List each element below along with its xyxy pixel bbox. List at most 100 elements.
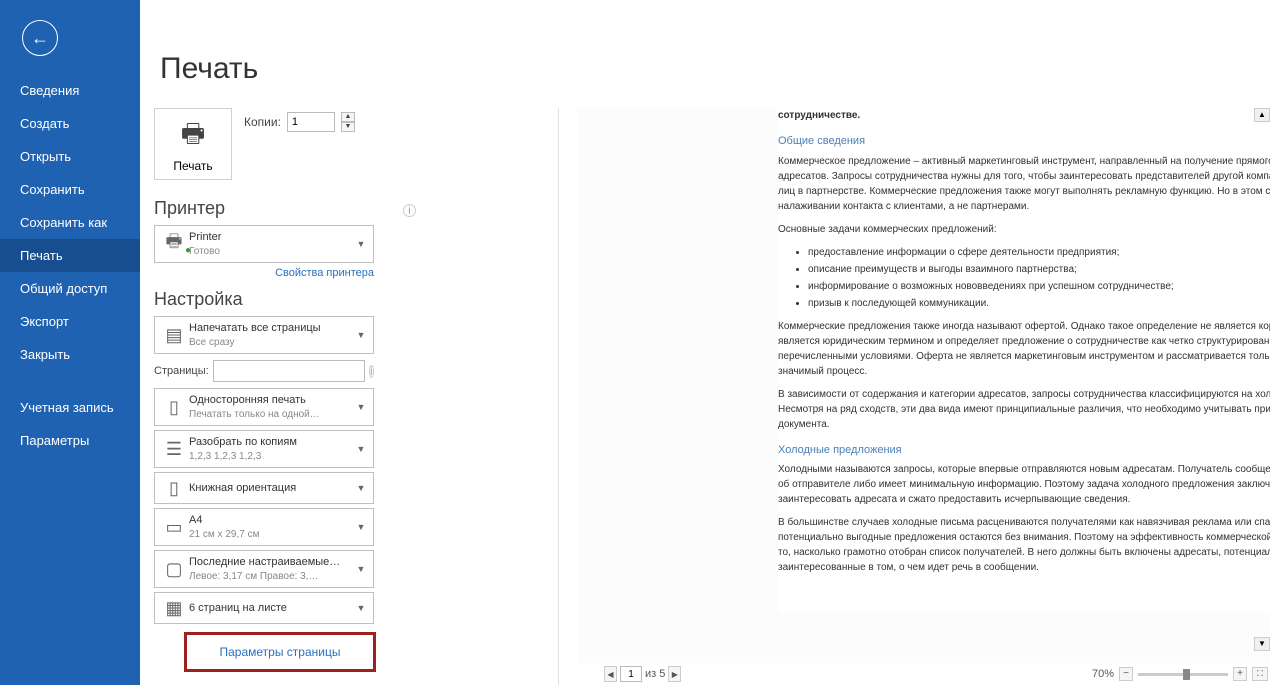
doc-bullets: предоставление информации о сфере деятел…: [808, 245, 1270, 311]
prev-page-button[interactable]: ◀: [604, 666, 617, 682]
sidebar-item-export[interactable]: Экспорт: [0, 305, 140, 338]
sides-dropdown[interactable]: ▯ Односторонняя печать Печатать только н…: [154, 388, 374, 426]
paper-icon: ▭: [159, 517, 189, 538]
scroll-down-icon[interactable]: ▼: [1254, 637, 1270, 651]
zoom-in-button[interactable]: +: [1233, 667, 1247, 681]
chevron-down-icon: ▼: [353, 239, 369, 249]
back-button[interactable]: ←: [22, 20, 58, 56]
copies-input[interactable]: [287, 112, 335, 132]
sidebar-item-save[interactable]: Сохранить: [0, 173, 140, 206]
printer-icon: 🖶: [181, 115, 206, 159]
orientation-dropdown[interactable]: ▯ Книжная ориентация ▼: [154, 472, 374, 504]
document-preview: сотрудничестве. Общие сведения Коммерчес…: [778, 108, 1270, 613]
sidebar-item-info[interactable]: Сведения: [0, 74, 140, 107]
chevron-down-icon: ▼: [353, 330, 369, 340]
sidebar-item-close[interactable]: Закрыть: [0, 338, 140, 371]
printer-properties-link[interactable]: Свойства принтера: [275, 267, 374, 279]
print-button[interactable]: 🖶 Печать: [154, 108, 232, 180]
pages-label: Страницы:: [154, 365, 209, 377]
doc-bullet: информирование о возможных нововведениях…: [808, 279, 1270, 294]
grid-icon: ▦: [159, 598, 189, 619]
spin-down-icon[interactable]: ▼: [341, 122, 355, 132]
chevron-down-icon: ▼: [353, 603, 369, 613]
sidebar-item-options[interactable]: Параметры: [0, 424, 140, 457]
sidebar-item-new[interactable]: Создать: [0, 107, 140, 140]
per-sheet-dropdown[interactable]: ▦ 6 страниц на листе ▼: [154, 592, 374, 624]
sidebar-item-account[interactable]: Учетная запись: [0, 391, 140, 424]
spin-up-icon[interactable]: ▲: [341, 112, 355, 122]
doc-p3: Коммерческие предложения также иногда на…: [778, 319, 1270, 379]
page-setup-link[interactable]: Параметры страницы: [220, 645, 341, 659]
paper-sub: 21 см x 29,7 см: [189, 528, 353, 541]
zoom-slider[interactable]: [1138, 673, 1228, 676]
collate-sub: 1,2,3 1,2,3 1,2,3: [189, 450, 353, 463]
doc-p6: В большинстве случаев холодные письма ра…: [778, 515, 1270, 575]
doc-p5: Холодными называются запросы, которые вп…: [778, 462, 1270, 507]
zoom-percent: 70%: [1092, 668, 1114, 680]
settings-section-title: Настройка: [154, 289, 243, 310]
pages-scope-title: Напечатать все страницы: [189, 321, 353, 335]
printer-name: Printer: [189, 230, 353, 244]
sides-title: Односторонняя печать: [189, 393, 353, 407]
printer-section-title: Принтер: [154, 198, 225, 219]
sidebar-item-print[interactable]: Печать: [0, 239, 140, 272]
sides-sub: Печатать только на одной…: [189, 408, 353, 421]
doc-p1: Коммерческое предложение – активный марк…: [778, 154, 1270, 214]
copies-spinner[interactable]: ▲ ▼: [341, 112, 355, 132]
page-title: Печать: [160, 52, 1280, 86]
sidebar-item-saveas[interactable]: Сохранить как: [0, 206, 140, 239]
fit-to-window-button[interactable]: ⛶: [1252, 667, 1268, 681]
pages-input[interactable]: [213, 360, 365, 382]
preview-footer: ◀ из 5 ▶ 70% − + ⛶: [578, 663, 1274, 685]
vertical-divider: [558, 108, 559, 685]
doc-heading-1: Общие сведения: [778, 133, 1270, 150]
pages-scope-dropdown[interactable]: ▤ Напечатать все страницы Все сразу ▼: [154, 316, 374, 354]
paper-title: A4: [189, 513, 353, 527]
doc-p4: В зависимости от содержания и категории …: [778, 387, 1270, 432]
page-nav: ◀ из 5 ▶: [604, 666, 681, 682]
sidebar-item-open[interactable]: Открыть: [0, 140, 140, 173]
sidebar-item-share[interactable]: Общий доступ: [0, 272, 140, 305]
orientation-title: Книжная ориентация: [189, 481, 353, 495]
info-icon[interactable]: i: [369, 365, 374, 378]
chevron-down-icon: ▼: [353, 564, 369, 574]
next-page-button[interactable]: ▶: [668, 666, 681, 682]
scroll-up-icon[interactable]: ▲: [1254, 108, 1270, 122]
collate-title: Разобрать по копиям: [189, 435, 353, 449]
doc-bullet: призыв к последующей коммуникации.: [808, 296, 1270, 311]
current-page-input[interactable]: [620, 666, 642, 682]
portrait-icon: ▯: [159, 478, 189, 499]
printer-ready-icon: 🖶●: [159, 234, 189, 254]
doc-bullet: описание преимуществ и выгоды взаимного …: [808, 262, 1270, 277]
main-area: Печать 🖶 Печать Копии: ▲ ▼ Принтер i 🖶●: [140, 0, 1280, 685]
doc-p2: Основные задачи коммерческих предложений…: [778, 222, 1270, 237]
printer-status: Готово: [189, 245, 353, 258]
print-settings-panel: 🖶 Печать Копии: ▲ ▼ Принтер i 🖶● Printer…: [154, 108, 416, 672]
paper-dropdown[interactable]: ▭ A4 21 см x 29,7 см ▼: [154, 508, 374, 546]
print-preview: сотрудничестве. Общие сведения Коммерчес…: [578, 108, 1270, 665]
zoom-controls: 70% − + ⛶: [1092, 667, 1268, 681]
copies-label: Копии:: [244, 115, 281, 129]
zoom-out-button[interactable]: −: [1119, 667, 1133, 681]
margins-dropdown[interactable]: ▢ Последние настраиваемые… Левое: 3,17 с…: [154, 550, 374, 588]
chevron-down-icon: ▼: [353, 444, 369, 454]
collate-dropdown[interactable]: ☰ Разобрать по копиям 1,2,3 1,2,3 1,2,3 …: [154, 430, 374, 468]
one-side-icon: ▯: [159, 397, 189, 418]
printer-dropdown[interactable]: 🖶● Printer Готово ▼: [154, 225, 374, 263]
per-sheet-title: 6 страниц на листе: [189, 601, 353, 615]
info-icon[interactable]: i: [403, 204, 416, 217]
preview-scrollbar[interactable]: ▲ ▼: [1254, 108, 1270, 665]
collate-icon: ☰: [159, 439, 189, 460]
margins-title: Последние настраиваемые…: [189, 555, 353, 569]
pages-scope-sub: Все сразу: [189, 336, 353, 349]
chevron-down-icon: ▼: [353, 483, 369, 493]
page-of-label: из 5: [645, 668, 665, 680]
page-setup-highlight: Параметры страницы: [184, 632, 376, 672]
chevron-down-icon: ▼: [353, 522, 369, 532]
doc-top-line: сотрудничестве.: [778, 108, 1270, 123]
chevron-down-icon: ▼: [353, 402, 369, 412]
doc-bullet: предоставление информации о сфере деятел…: [808, 245, 1270, 260]
margins-icon: ▢: [159, 559, 189, 580]
doc-heading-2: Холодные предложения: [778, 442, 1270, 459]
backstage-sidebar: ← Сведения Создать Открыть Сохранить Сох…: [0, 0, 140, 685]
